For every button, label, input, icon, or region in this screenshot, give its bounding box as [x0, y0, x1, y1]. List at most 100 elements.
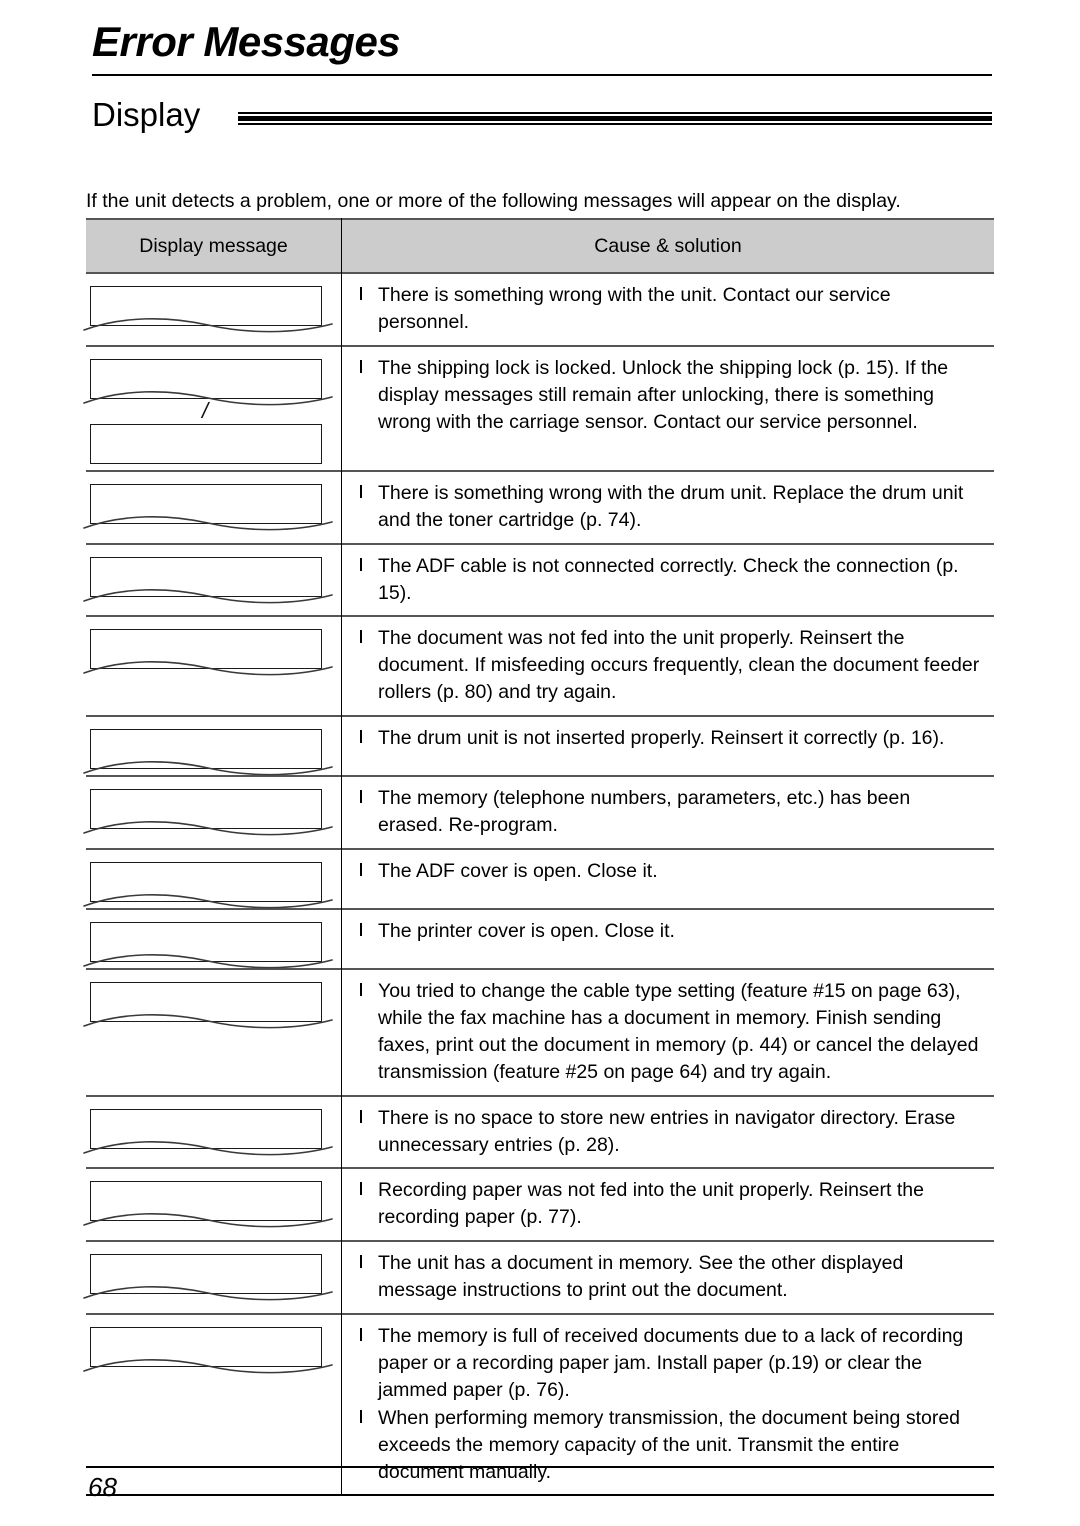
table-row: The memory (telephone numbers, parameter…	[83, 777, 994, 850]
erasure-wave	[82, 1349, 334, 1377]
cause-solution-text: The ADF cable is not connected correctly…	[378, 554, 959, 604]
table-row: You tried to change the cable type setti…	[83, 969, 994, 1097]
display-message-group	[83, 472, 341, 531]
display-message-box	[83, 556, 333, 604]
table-row: The document was not fed into the unit p…	[83, 617, 994, 718]
cause-solution-text: The memory is full of received documents…	[378, 1325, 964, 1401]
cause-solution-cell: There is no space to store new entries i…	[341, 1096, 994, 1168]
display-message-box	[83, 729, 333, 776]
erasure-wave	[82, 811, 334, 839]
table-row: The printer cover is open. Close it.	[83, 909, 994, 970]
cause-solution-text: The document was not fed into the unit p…	[378, 627, 980, 704]
cause-solution-item: There is something wrong with the unit. …	[356, 282, 980, 336]
cause-solution-list: The printer cover is open. Close it.	[356, 918, 980, 945]
cause-solution-text: There is something wrong with the drum u…	[378, 481, 964, 531]
table-row: / The shipping lock is locked. Unlock the…	[83, 346, 994, 472]
cause-solution-item: The memory (telephone numbers, parameter…	[356, 785, 980, 839]
display-message-group	[83, 1315, 341, 1374]
intro-paragraph: If the unit detects a problem, one or mo…	[86, 189, 901, 212]
display-message-cell: /	[83, 347, 341, 470]
lcd-frame	[90, 423, 322, 464]
display-message-group	[83, 850, 341, 909]
cause-solution-item: The document was not fed into the unit p…	[356, 625, 980, 706]
display-message-group	[83, 777, 341, 836]
erasure-wave	[82, 579, 334, 607]
cause-solution-text: The unit has a document in memory. See t…	[378, 1252, 904, 1302]
bullet-icon	[360, 557, 362, 571]
display-message-cell	[83, 970, 341, 1095]
cause-solution-item: The shipping lock is locked. Unlock the …	[356, 355, 980, 436]
table-row: There is no space to store new entries i…	[83, 1096, 994, 1170]
cause-solution-text: The memory (telephone numbers, parameter…	[378, 787, 911, 837]
display-message-box	[83, 1108, 333, 1156]
bullet-icon	[360, 1182, 362, 1196]
display-message-cell	[83, 1169, 341, 1240]
cause-solution-list: The memory is full of received documents…	[356, 1323, 980, 1485]
table-header-row: Display message Cause & solution	[86, 218, 994, 274]
cause-solution-cell: The ADF cable is not connected correctly…	[341, 544, 994, 616]
display-message-box	[83, 1181, 333, 1228]
bullet-icon	[360, 790, 362, 804]
cause-solution-text: There is no space to store new entries i…	[378, 1106, 956, 1156]
cause-solution-list: There is no space to store new entries i…	[356, 1105, 980, 1159]
bullet-icon	[360, 287, 362, 300]
cause-solution-item: You tried to change the cable type setti…	[356, 978, 980, 1086]
bullet-icon	[360, 1255, 362, 1269]
display-message-box	[83, 483, 333, 531]
cause-solution-cell: Recording paper was not fed into the uni…	[341, 1169, 994, 1241]
erasure-wave	[82, 506, 334, 534]
manual-page: Error Messages Display If the unit detec…	[0, 0, 1080, 1526]
display-message-group	[83, 274, 341, 333]
display-message-group	[83, 545, 341, 604]
display-message-cell	[83, 1242, 341, 1313]
cause-solution-cell: The memory (telephone numbers, parameter…	[341, 777, 994, 848]
erasure-wave	[82, 1203, 334, 1231]
column-header-display-message: Display message	[86, 220, 341, 272]
display-message-group	[83, 910, 341, 969]
display-message-cell	[83, 472, 341, 543]
cause-solution-item: The ADF cable is not connected correctly…	[356, 553, 980, 607]
table-row: The memory is full of received documents…	[83, 1315, 994, 1497]
erasure-wave	[82, 751, 334, 779]
cause-solution-list: The ADF cover is open. Close it.	[356, 858, 980, 885]
display-message-box	[83, 286, 333, 333]
cause-solution-list: The ADF cable is not connected correctly…	[356, 553, 980, 607]
bullet-icon	[360, 1109, 362, 1123]
cause-solution-list: The document was not fed into the unit p…	[356, 625, 980, 706]
cause-solution-item: The ADF cover is open. Close it.	[356, 858, 980, 885]
cause-solution-item: There is something wrong with the drum u…	[356, 480, 980, 534]
cause-solution-cell: The document was not fed into the unit p…	[341, 617, 994, 716]
display-message-cell	[83, 617, 341, 715]
display-message-cell	[83, 1097, 341, 1168]
erasure-wave	[82, 381, 334, 409]
column-header-cause-solution: Cause & solution	[341, 220, 994, 272]
erasure-wave	[82, 1276, 334, 1304]
cause-solution-list: There is something wrong with the drum u…	[356, 480, 980, 534]
erasure-wave	[82, 944, 334, 972]
bullet-icon	[360, 1409, 362, 1423]
display-message-box	[83, 629, 333, 676]
bullet-icon	[360, 484, 362, 498]
table-row: Recording paper was not fed into the uni…	[83, 1169, 994, 1243]
cause-solution-item: The unit has a document in memory. See t…	[356, 1250, 980, 1304]
cause-solution-cell: The unit has a document in memory. See t…	[341, 1242, 994, 1314]
display-message-cell	[83, 274, 341, 345]
display-message-box	[83, 789, 333, 836]
cause-solution-list: Recording paper was not fed into the uni…	[356, 1177, 980, 1231]
table-row: The ADF cover is open. Close it.	[83, 849, 994, 910]
error-messages-table: Display message Cause & solution There is …	[83, 218, 994, 1497]
section-heading-rule	[238, 112, 992, 126]
display-message-cell	[83, 777, 341, 848]
erasure-wave	[82, 884, 334, 912]
display-message-group	[83, 1169, 341, 1228]
bullet-icon	[360, 630, 362, 644]
cause-solution-text: The shipping lock is locked. Unlock the …	[378, 356, 949, 433]
cause-solution-item: When performing memory transmission, the…	[356, 1405, 980, 1486]
display-message-cell	[83, 717, 341, 776]
column-header-label: Cause & solution	[594, 234, 742, 257]
cause-solution-text: The printer cover is open. Close it.	[378, 919, 675, 942]
section-heading: Display	[92, 96, 201, 133]
display-message-box	[83, 861, 333, 909]
cause-solution-item: The drum unit is not inserted properly. …	[356, 725, 980, 752]
cause-solution-cell: There is something wrong with the unit. …	[341, 274, 994, 345]
